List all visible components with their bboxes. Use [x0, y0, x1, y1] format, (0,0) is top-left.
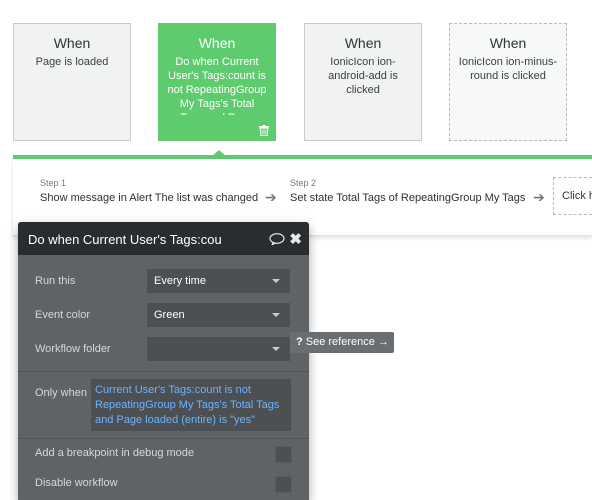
- chevron-down-icon: [272, 347, 280, 351]
- event-color-label: Event color: [35, 309, 91, 321]
- chevron-down-icon: [272, 313, 280, 317]
- workflow-folder-dropdown[interactable]: [147, 337, 290, 361]
- event-condition: Do when Current User's Tags:count is not…: [167, 56, 267, 115]
- event-card-page-loaded[interactable]: When Page is loaded: [13, 23, 131, 141]
- event-card-add-clicked[interactable]: When IonicIcon ion-android-add is clicke…: [304, 23, 422, 141]
- add-action-button[interactable]: Click here to add an action...: [553, 177, 592, 215]
- event-condition: Page is loaded: [35, 56, 109, 68]
- event-condition: IonicIcon ion-android-add is clicked: [328, 56, 398, 96]
- event-condition: IonicIcon ion-minus-round is clicked: [458, 56, 558, 82]
- event-color-value: Green: [154, 309, 185, 321]
- only-when-label: Only when: [35, 387, 87, 399]
- step-number: Step 2: [290, 178, 317, 188]
- trash-icon[interactable]: [259, 125, 269, 136]
- arrow-right-icon: ➔: [533, 189, 545, 205]
- breakpoint-label: Add a breakpoint in debug mode: [35, 447, 195, 459]
- arrow-right-icon: ➔: [265, 189, 277, 205]
- disable-workflow-label: Disable workflow: [35, 477, 118, 489]
- disable-workflow-checkbox[interactable]: [275, 476, 292, 493]
- step-number: Step 1: [40, 178, 67, 188]
- run-this-dropdown[interactable]: Every time: [147, 269, 290, 293]
- event-when-label: When: [198, 35, 236, 51]
- workflow-step-1[interactable]: Step 1 Show message in Alert The list wa…: [40, 178, 258, 204]
- event-when-label: When: [344, 35, 382, 51]
- close-icon[interactable]: ✖: [289, 230, 302, 248]
- step-text: Show message in Alert The list was chang…: [40, 192, 259, 204]
- run-this-label: Run this: [35, 275, 76, 287]
- breakpoint-checkbox[interactable]: [275, 446, 292, 463]
- workflow-step-2[interactable]: Step 2 Set state Total Tags of Repeating…: [290, 178, 525, 204]
- event-color-dropdown[interactable]: Green: [147, 303, 290, 327]
- event-when-label: When: [489, 35, 527, 51]
- divider: [18, 438, 309, 439]
- question-icon: ?: [296, 336, 303, 348]
- event-card-minus-clicked[interactable]: When IonicIcon ion-minus-round is clicke…: [449, 23, 567, 141]
- workflow-properties-panel: Do when Current User's Tags:cou ✖ Run th…: [18, 222, 309, 500]
- panel-title: Do when Current User's Tags:cou: [28, 232, 222, 247]
- workflow-folder-label: Workflow folder: [35, 343, 111, 355]
- panel-header: Do when Current User's Tags:cou ✖: [18, 222, 309, 255]
- step-text: Set state Total Tags of RepeatingGroup M…: [290, 192, 526, 204]
- event-when-label: When: [53, 35, 91, 51]
- only-when-expression[interactable]: Current User's Tags:count is not Repeati…: [91, 379, 291, 431]
- see-reference-label: See reference →: [305, 336, 389, 348]
- run-this-value: Every time: [154, 275, 206, 287]
- event-card-do-when[interactable]: When Do when Current User's Tags:count i…: [158, 23, 276, 141]
- divider: [18, 371, 309, 372]
- chevron-down-icon: [272, 279, 280, 283]
- comment-icon[interactable]: [269, 233, 285, 245]
- see-reference-button[interactable]: ? See reference →: [290, 332, 394, 353]
